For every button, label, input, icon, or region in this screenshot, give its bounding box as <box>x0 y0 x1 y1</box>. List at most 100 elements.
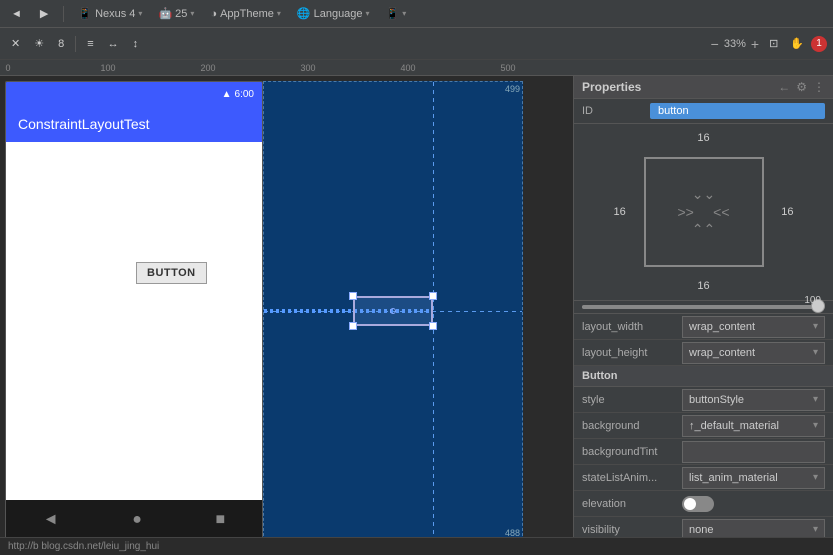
state-list-anim-text: list_anim_material <box>689 472 778 484</box>
vertical-tool[interactable]: ↕ <box>128 35 144 53</box>
phone-icon: 📱 <box>78 7 92 20</box>
background-value[interactable]: ↑_default_material ▾ <box>682 415 825 437</box>
constraint-diagram: 16 16 16 16 ⌄⌄ ⌃⌃ >> << <box>614 132 794 292</box>
phone-frame: ▲ 6:00 ConstraintLayoutTest BUTTON ◄ ● ■ <box>5 81 263 537</box>
elevation-toggle-thumb <box>684 498 696 510</box>
bp-label-bottom: 488 <box>505 528 520 537</box>
constraint-box: ⌄⌄ ⌃⌃ >> << <box>644 157 764 267</box>
canvas-area[interactable]: ▲ 6:00 ConstraintLayoutTest BUTTON ◄ ● ■ <box>0 76 573 537</box>
slider-value: 100 <box>804 295 821 306</box>
bp-label-top: 499 <box>505 84 520 94</box>
language-icon: 🌐 <box>297 7 311 20</box>
props-menu-icon[interactable]: ⋮ <box>813 80 825 94</box>
back-button[interactable]: ◄ <box>6 5 27 23</box>
bp-handle-br[interactable] <box>429 322 437 330</box>
api-selector[interactable]: 🤖 25 ▾ <box>154 5 198 22</box>
arrow-bottom-icon: ⌃⌃ <box>692 221 715 238</box>
style-value[interactable]: buttonStyle ▾ <box>682 389 825 411</box>
arrow-left-icon: >> <box>678 204 694 220</box>
constraint-top-value: 16 <box>697 132 709 144</box>
cursor-tool[interactable]: ▶ <box>35 4 53 23</box>
layout-height-dropdown-icon: ▾ <box>813 347 818 358</box>
device-name: Nexus 4 <box>95 8 135 20</box>
blueprint-canvas[interactable]: 499 488 <box>263 81 523 537</box>
properties-title: Properties <box>582 80 641 94</box>
layout-width-label: layout_width <box>582 321 682 333</box>
zoom-minus-button[interactable]: − <box>708 36 722 52</box>
props-back-icon[interactable]: ← <box>778 80 790 94</box>
nav-back-icon: ◄ <box>43 511 59 529</box>
pan-button[interactable]: ✋ <box>785 34 809 53</box>
background-text: ↑_default_material <box>689 420 779 432</box>
phone-app-title: ConstraintLayoutTest <box>18 116 150 132</box>
bp-handle-tl[interactable] <box>349 292 357 300</box>
second-toolbar: ✕ ☀ 8 ≡ ↔ ↕ − 33% + ⊡ ✋ 1 <box>0 28 833 60</box>
style-dropdown-icon: ▾ <box>813 394 818 405</box>
layout-height-value[interactable]: wrap_content ▾ <box>682 342 825 364</box>
background-row: background ↑_default_material ▾ <box>574 413 833 439</box>
bp-handle-bl[interactable] <box>349 322 357 330</box>
phone-selector[interactable]: 📱 ▾ <box>382 5 411 22</box>
arrow-right-icon: << <box>713 204 729 220</box>
visibility-label: visibility <box>582 524 682 536</box>
id-label: ID <box>582 105 642 117</box>
button-section-header: Button <box>574 366 833 387</box>
layout-width-dropdown-icon: ▾ <box>813 321 818 332</box>
bp-handle-tr[interactable] <box>429 292 437 300</box>
theme-selector[interactable]: ◑ AppTheme ▾ <box>206 6 284 22</box>
align-tool[interactable]: ≡ <box>82 35 98 53</box>
device-selector[interactable]: 📱 Nexus 4 ▾ <box>74 5 146 22</box>
constraint-left-value: 16 <box>614 206 626 218</box>
layout-height-row: layout_height wrap_content ▾ <box>574 340 833 366</box>
language-selector[interactable]: 🌐 Language ▾ <box>293 5 374 22</box>
id-value[interactable]: button <box>650 103 825 119</box>
language-name: Language <box>314 8 363 20</box>
background-dropdown-icon: ▾ <box>813 420 818 431</box>
layout-height-label: layout_height <box>582 347 682 359</box>
style-label: style <box>582 394 682 406</box>
layout-width-row: layout_width wrap_content ▾ <box>574 314 833 340</box>
constraint-arrows: ⌄⌄ ⌃⌃ >> << <box>676 184 732 240</box>
phone-status-bar: ▲ 6:00 <box>6 82 262 106</box>
main-area: ▲ 6:00 ConstraintLayoutTest BUTTON ◄ ● ■ <box>0 76 833 537</box>
fit-button[interactable]: ⊡ <box>764 34 783 53</box>
layout-width-value[interactable]: wrap_content ▾ <box>682 316 825 338</box>
phone-nav-bar: ◄ ● ■ <box>6 500 262 537</box>
phone-title-bar: ConstraintLayoutTest <box>6 106 262 142</box>
phone-content: BUTTON <box>6 142 262 500</box>
visibility-dropdown-icon: ▾ <box>813 524 818 535</box>
bp-center-handle[interactable] <box>390 308 396 314</box>
slider-fill <box>582 305 823 309</box>
time-display: 6:00 <box>235 89 254 100</box>
background-tint-label: backgroundTint <box>582 446 682 458</box>
chevron-down-icon: ▾ <box>138 9 142 18</box>
visibility-row: visibility none ▾ <box>574 517 833 537</box>
chevron-down-icon4: ▾ <box>366 9 370 18</box>
background-label: background <box>582 420 682 432</box>
close-tool[interactable]: ✕ <box>6 34 25 53</box>
sep2 <box>75 36 76 52</box>
style-row: style buttonStyle ▾ <box>574 387 833 413</box>
slider-row: 100 <box>574 301 833 314</box>
elevation-label: elevation <box>582 498 682 510</box>
props-settings-icon[interactable]: ⚙ <box>796 80 807 94</box>
blueprint-content: 499 488 <box>264 82 522 537</box>
num-tool[interactable]: 8 <box>53 35 69 53</box>
horizontal-tool[interactable]: ↔ <box>103 35 124 53</box>
elevation-row: elevation <box>574 491 833 517</box>
slider-track[interactable] <box>582 305 825 309</box>
visibility-value[interactable]: none ▾ <box>682 519 825 538</box>
sep1 <box>63 6 64 22</box>
state-list-anim-value[interactable]: list_anim_material ▾ <box>682 467 825 489</box>
zoom-plus-button[interactable]: + <box>748 36 762 52</box>
nav-home-icon: ● <box>132 511 142 529</box>
select-tool[interactable]: ☀ <box>29 34 49 53</box>
constraint-widget: 16 16 16 16 ⌄⌄ ⌃⌃ >> << <box>574 124 833 301</box>
status-icons: ▲ 6:00 <box>222 89 254 100</box>
id-row: ID button <box>574 99 833 124</box>
visibility-text: none <box>689 524 713 536</box>
elevation-toggle[interactable] <box>682 496 714 512</box>
props-header-icons: ← ⚙ ⋮ <box>778 80 825 94</box>
background-tint-value[interactable] <box>682 441 825 463</box>
bp-vertical-constraint <box>433 82 434 537</box>
